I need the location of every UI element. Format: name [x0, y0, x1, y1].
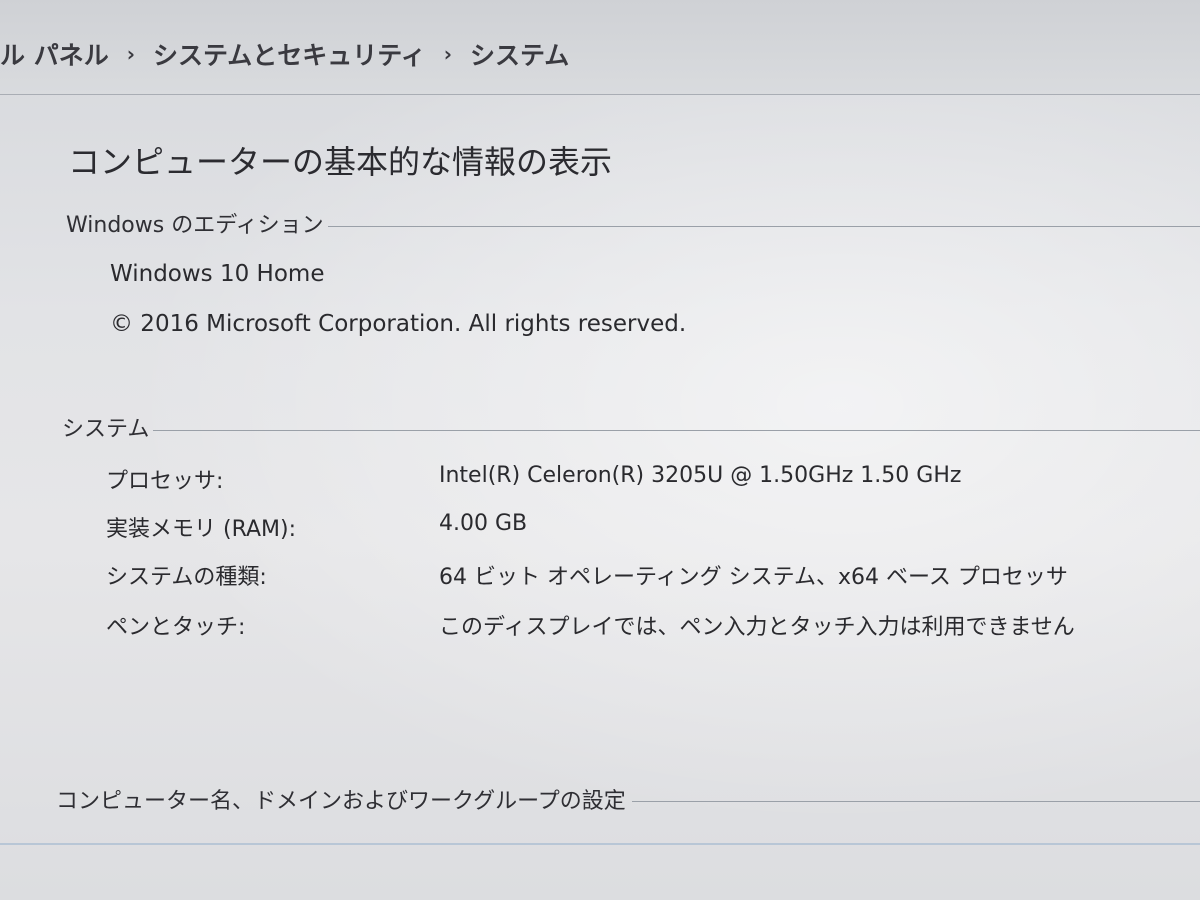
spec-label: プロセッサ: — [106, 469, 224, 494]
copyright-text: © 2016 Microsoft Corporation. All rights… — [110, 311, 687, 337]
breadcrumb-item-system[interactable]: システム — [464, 36, 575, 72]
edition-section-label: Windows のエディション — [66, 213, 324, 238]
spec-row-pen-touch: ペンとタッチ: このディスプレイでは、ペン入力とタッチ入力は利用できません — [106, 609, 1166, 641]
section-divider — [631, 800, 1200, 802]
window-divider — [0, 843, 1200, 845]
spec-value: 64 ビット オペレーティング システム、x64 ベース プロセッサ — [439, 565, 1068, 590]
spec-label: ペンとタッチ: — [106, 615, 246, 640]
edition-section-header: Windows のエディション — [66, 207, 1200, 239]
spec-row-system-type: システムの種類: 64 ビット オペレーティング システム、x64 ベース プロ… — [106, 559, 1166, 591]
chevron-right-icon[interactable]: › — [432, 42, 464, 66]
edition-name: Windows 10 Home — [110, 261, 325, 287]
section-divider — [327, 225, 1200, 227]
spec-value: Intel(R) Celeron(R) 3205U @ 1.50GHz 1.50… — [439, 463, 962, 488]
spec-label: システムの種類: — [106, 565, 267, 590]
section-divider — [153, 429, 1200, 431]
breadcrumb-item-system-security[interactable]: システムとセキュリティ — [147, 36, 432, 72]
breadcrumb: ル パネル › システムとセキュリティ › システム — [0, 36, 575, 72]
system-window: ル パネル › システムとセキュリティ › システム コンピューターの基本的な情… — [0, 0, 1200, 900]
system-section-label: システム — [62, 417, 150, 442]
chevron-right-icon[interactable]: › — [115, 42, 147, 66]
breadcrumb-item-control-panel[interactable]: ル パネル — [0, 36, 115, 72]
computer-name-section-label: コンピューター名、ドメインおよびワークグループの設定 — [56, 789, 626, 814]
spec-label: 実装メモリ (RAM): — [106, 517, 296, 542]
page-title: コンピューターの基本的な情報の表示 — [68, 143, 613, 181]
address-bar[interactable]: ル パネル › システムとセキュリティ › システム — [0, 0, 1200, 95]
spec-value: 4.00 GB — [439, 511, 528, 536]
system-section-header: システム — [62, 411, 1200, 443]
spec-row-processor: プロセッサ: Intel(R) Celeron(R) 3205U @ 1.50G… — [106, 463, 1166, 495]
computer-name-section-header: コンピューター名、ドメインおよびワークグループの設定 — [56, 783, 1200, 815]
main-content: コンピューターの基本的な情報の表示 Windows のエディション Window… — [0, 95, 1200, 900]
spec-row-ram: 実装メモリ (RAM): 4.00 GB — [106, 511, 1166, 543]
spec-value: このディスプレイでは、ペン入力とタッチ入力は利用できません — [439, 615, 1075, 640]
